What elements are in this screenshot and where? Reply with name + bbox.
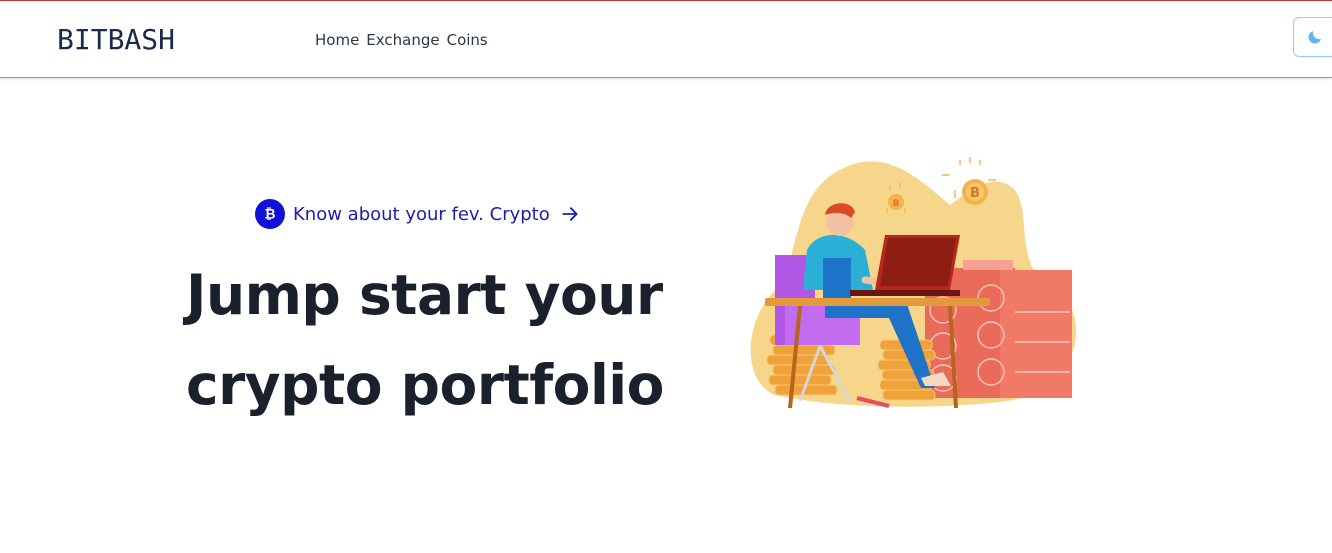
hero-tag-link[interactable]: ₿ Know about your fev. Crypto	[255, 199, 580, 229]
svg-text:B: B	[970, 186, 980, 201]
hero-tag-label: Know about your fev. Crypto	[293, 203, 550, 225]
theme-toggle-button[interactable]	[1293, 17, 1332, 57]
bitcoin-icon: ₿	[255, 199, 285, 229]
hero-title-line-1: Jump start your	[186, 263, 663, 327]
nav-link-home[interactable]: Home	[315, 31, 359, 49]
nav-link-exchange[interactable]: Exchange	[366, 31, 439, 49]
logo[interactable]: BITBASH	[57, 23, 175, 56]
hero-title: Jump start your crypto portfolio	[186, 250, 706, 430]
hero-title-line-2: crypto portfolio	[186, 353, 664, 417]
moon-icon	[1308, 31, 1321, 44]
nav-links: Home Exchange Coins	[315, 31, 488, 49]
crypto-mining-illustration: B B	[750, 157, 1077, 409]
navbar: BITBASH Home Exchange Coins	[0, 1, 1332, 78]
nav-link-coins[interactable]: Coins	[447, 31, 488, 49]
svg-text:₿: ₿	[264, 207, 275, 223]
arrow-right-icon	[560, 204, 580, 224]
svg-text:B: B	[893, 199, 900, 209]
